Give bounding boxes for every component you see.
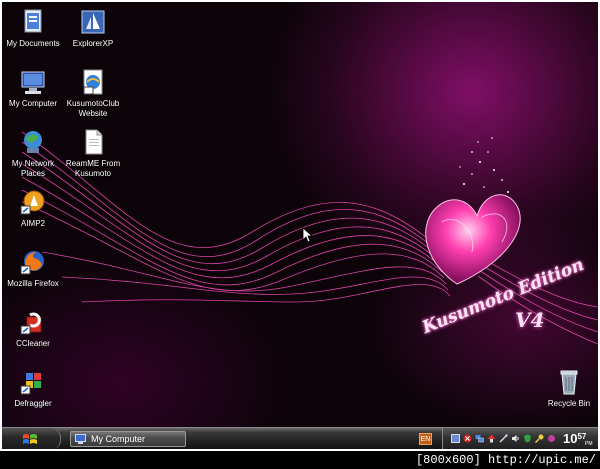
clock-ampm: PM <box>585 441 593 447</box>
desktop-icon-mozilla-firefox[interactable]: Mozilla Firefox <box>2 247 70 289</box>
desktop[interactable]: My Documents ExplorerXP My Computer Kusu… <box>2 2 598 427</box>
tray-app-icon[interactable] <box>451 434 460 443</box>
safely-remove-hardware-icon[interactable] <box>487 434 496 443</box>
network-icon[interactable] <box>475 434 484 443</box>
desktop-icon-recycle-bin[interactable]: Recycle Bin <box>532 367 598 409</box>
desktop-icon-explorerxp[interactable]: ExplorerXP <box>56 7 130 49</box>
taskbar-button-label: My Computer <box>91 434 146 444</box>
wallpaper <box>21 131 598 345</box>
mouse-pointer-icon <box>302 227 314 243</box>
antivirus-icon[interactable] <box>523 434 532 443</box>
desktop-icon-label: Recycle Bin <box>547 399 591 408</box>
clock-hour: 10 <box>563 431 578 446</box>
desktop-icon-defraggler[interactable]: Defraggler <box>2 367 70 409</box>
wallpaper-version: V4 <box>515 308 545 332</box>
wallpaper-branding: Kusumoto Edition V4 <box>420 246 597 346</box>
desktop-icon-label: ReamME From Kusumoto <box>65 159 121 178</box>
usb-icon[interactable] <box>499 434 508 443</box>
my-computer-icon <box>21 71 45 94</box>
kusumotoclub-website-icon <box>83 69 103 95</box>
language-indicator[interactable]: EN <box>419 433 432 445</box>
desktop-icon-kusumotoclub-website[interactable]: KusumotoClub Website <box>56 67 130 119</box>
screenshot-frame: My Documents ExplorerXP My Computer Kusu… <box>0 0 600 451</box>
desktop-icon-label: Mozilla Firefox <box>7 279 59 288</box>
footer-text: [800x600] http://upic.me/ <box>415 453 596 467</box>
volume-icon[interactable] <box>511 434 520 443</box>
image-host-footer: [800x600] http://upic.me/ <box>0 451 600 469</box>
desktop-icon-label: KusumotoClub Website <box>66 99 120 118</box>
desktop-icon-readme[interactable]: ReamME From Kusumoto <box>56 127 130 179</box>
recycle-bin-icon <box>560 370 578 395</box>
desktop-icon-label: ExplorerXP <box>72 39 114 48</box>
my-network-places-icon <box>24 131 42 153</box>
ccleaner-icon <box>20 312 42 335</box>
tray-misc-icon[interactable] <box>547 434 556 443</box>
desktop-icon-label: AIMP2 <box>20 219 45 228</box>
firefox-icon <box>20 251 44 275</box>
system-tray: 1057 PM <box>442 428 598 449</box>
wallpaper-title: Kusumoto Edition <box>419 254 587 338</box>
document-icon <box>85 129 103 155</box>
desktop-icon-label: Defraggler <box>14 399 52 408</box>
defraggler-icon <box>20 373 41 395</box>
desktop-icon-label: CCleaner <box>16 339 50 348</box>
my-computer-icon <box>75 434 86 444</box>
update-icon[interactable] <box>535 434 544 443</box>
windows-logo-icon <box>23 434 37 444</box>
taskbar-button-my-computer[interactable]: My Computer <box>70 431 186 447</box>
taskbar: My Computer EN 1057 PM <box>2 427 598 449</box>
my-documents-icon <box>24 9 42 33</box>
start-button[interactable] <box>2 428 61 449</box>
clock-minute: 57 <box>577 432 587 441</box>
security-alert-icon[interactable] <box>463 434 472 443</box>
clock[interactable]: 1057 PM <box>563 431 593 447</box>
desktop-icon-ccleaner[interactable]: CCleaner <box>2 307 70 349</box>
desktop-icon-aimp2[interactable]: AIMP2 <box>2 187 70 229</box>
explorerxp-icon <box>81 10 105 34</box>
aimp2-icon <box>20 190 45 215</box>
